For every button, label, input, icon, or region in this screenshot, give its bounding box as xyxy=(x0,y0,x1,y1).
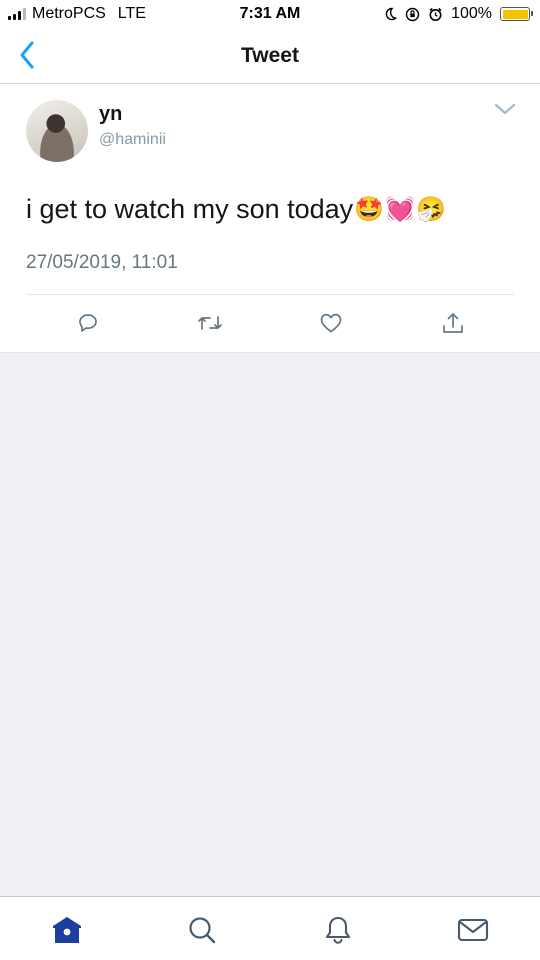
tweet-body: i get to watch my son today xyxy=(26,194,354,224)
moon-icon xyxy=(385,7,398,21)
carrier-label: MetroPCS xyxy=(32,5,106,22)
status-right: 100% xyxy=(383,5,533,23)
chevron-left-icon xyxy=(20,41,34,69)
network-label: LTE xyxy=(117,5,146,22)
reply-button[interactable] xyxy=(74,309,102,337)
retweet-button[interactable] xyxy=(196,309,224,337)
tab-notifications[interactable] xyxy=(321,913,355,947)
back-button[interactable] xyxy=(12,38,42,72)
nav-bar: Tweet xyxy=(0,28,540,84)
messages-icon xyxy=(457,918,489,942)
avatar[interactable] xyxy=(26,100,88,162)
tab-home[interactable] xyxy=(50,913,84,947)
user-handle[interactable]: @haminii xyxy=(99,131,166,149)
notifications-icon xyxy=(325,916,351,944)
battery-percent: 100% xyxy=(451,5,492,22)
search-icon xyxy=(189,917,216,944)
share-icon xyxy=(443,313,463,333)
reply-icon xyxy=(79,314,97,332)
share-button[interactable] xyxy=(439,309,467,337)
battery-fill xyxy=(502,9,528,19)
status-left: MetroPCS LTE xyxy=(8,5,146,23)
sneezing-face-emoji: 🤧 xyxy=(415,195,446,223)
status-bar: MetroPCS LTE 7:31 AM 100% xyxy=(0,0,540,28)
tweet-actions xyxy=(0,309,540,339)
signal-icon xyxy=(8,8,26,20)
tweet-timestamp: 27/05/2019, 11:01 xyxy=(26,252,178,273)
chevron-down-icon xyxy=(494,103,516,115)
home-icon xyxy=(53,917,81,943)
empty-replies-area xyxy=(0,353,540,896)
beating-heart-emoji: 💓 xyxy=(385,195,415,223)
star-struck-emoji: 🤩 xyxy=(354,195,385,223)
rotation-lock-icon xyxy=(405,7,420,21)
tab-search[interactable] xyxy=(185,913,219,947)
tab-bar xyxy=(0,896,540,960)
retweet-icon xyxy=(198,316,222,330)
divider xyxy=(26,294,514,295)
tweet-text: i get to watch my son today 🤩 💓 🤧 xyxy=(26,194,446,225)
display-name[interactable]: yn xyxy=(99,103,122,126)
like-icon xyxy=(320,313,342,333)
alarm-icon xyxy=(429,7,442,21)
tab-messages[interactable] xyxy=(456,913,490,947)
like-button[interactable] xyxy=(317,309,345,337)
tweet-options-button[interactable] xyxy=(492,99,518,119)
battery-icon xyxy=(500,7,533,21)
tweet-card: yn @haminii i get to watch my son today … xyxy=(0,85,540,353)
page-title: Tweet xyxy=(241,43,299,67)
